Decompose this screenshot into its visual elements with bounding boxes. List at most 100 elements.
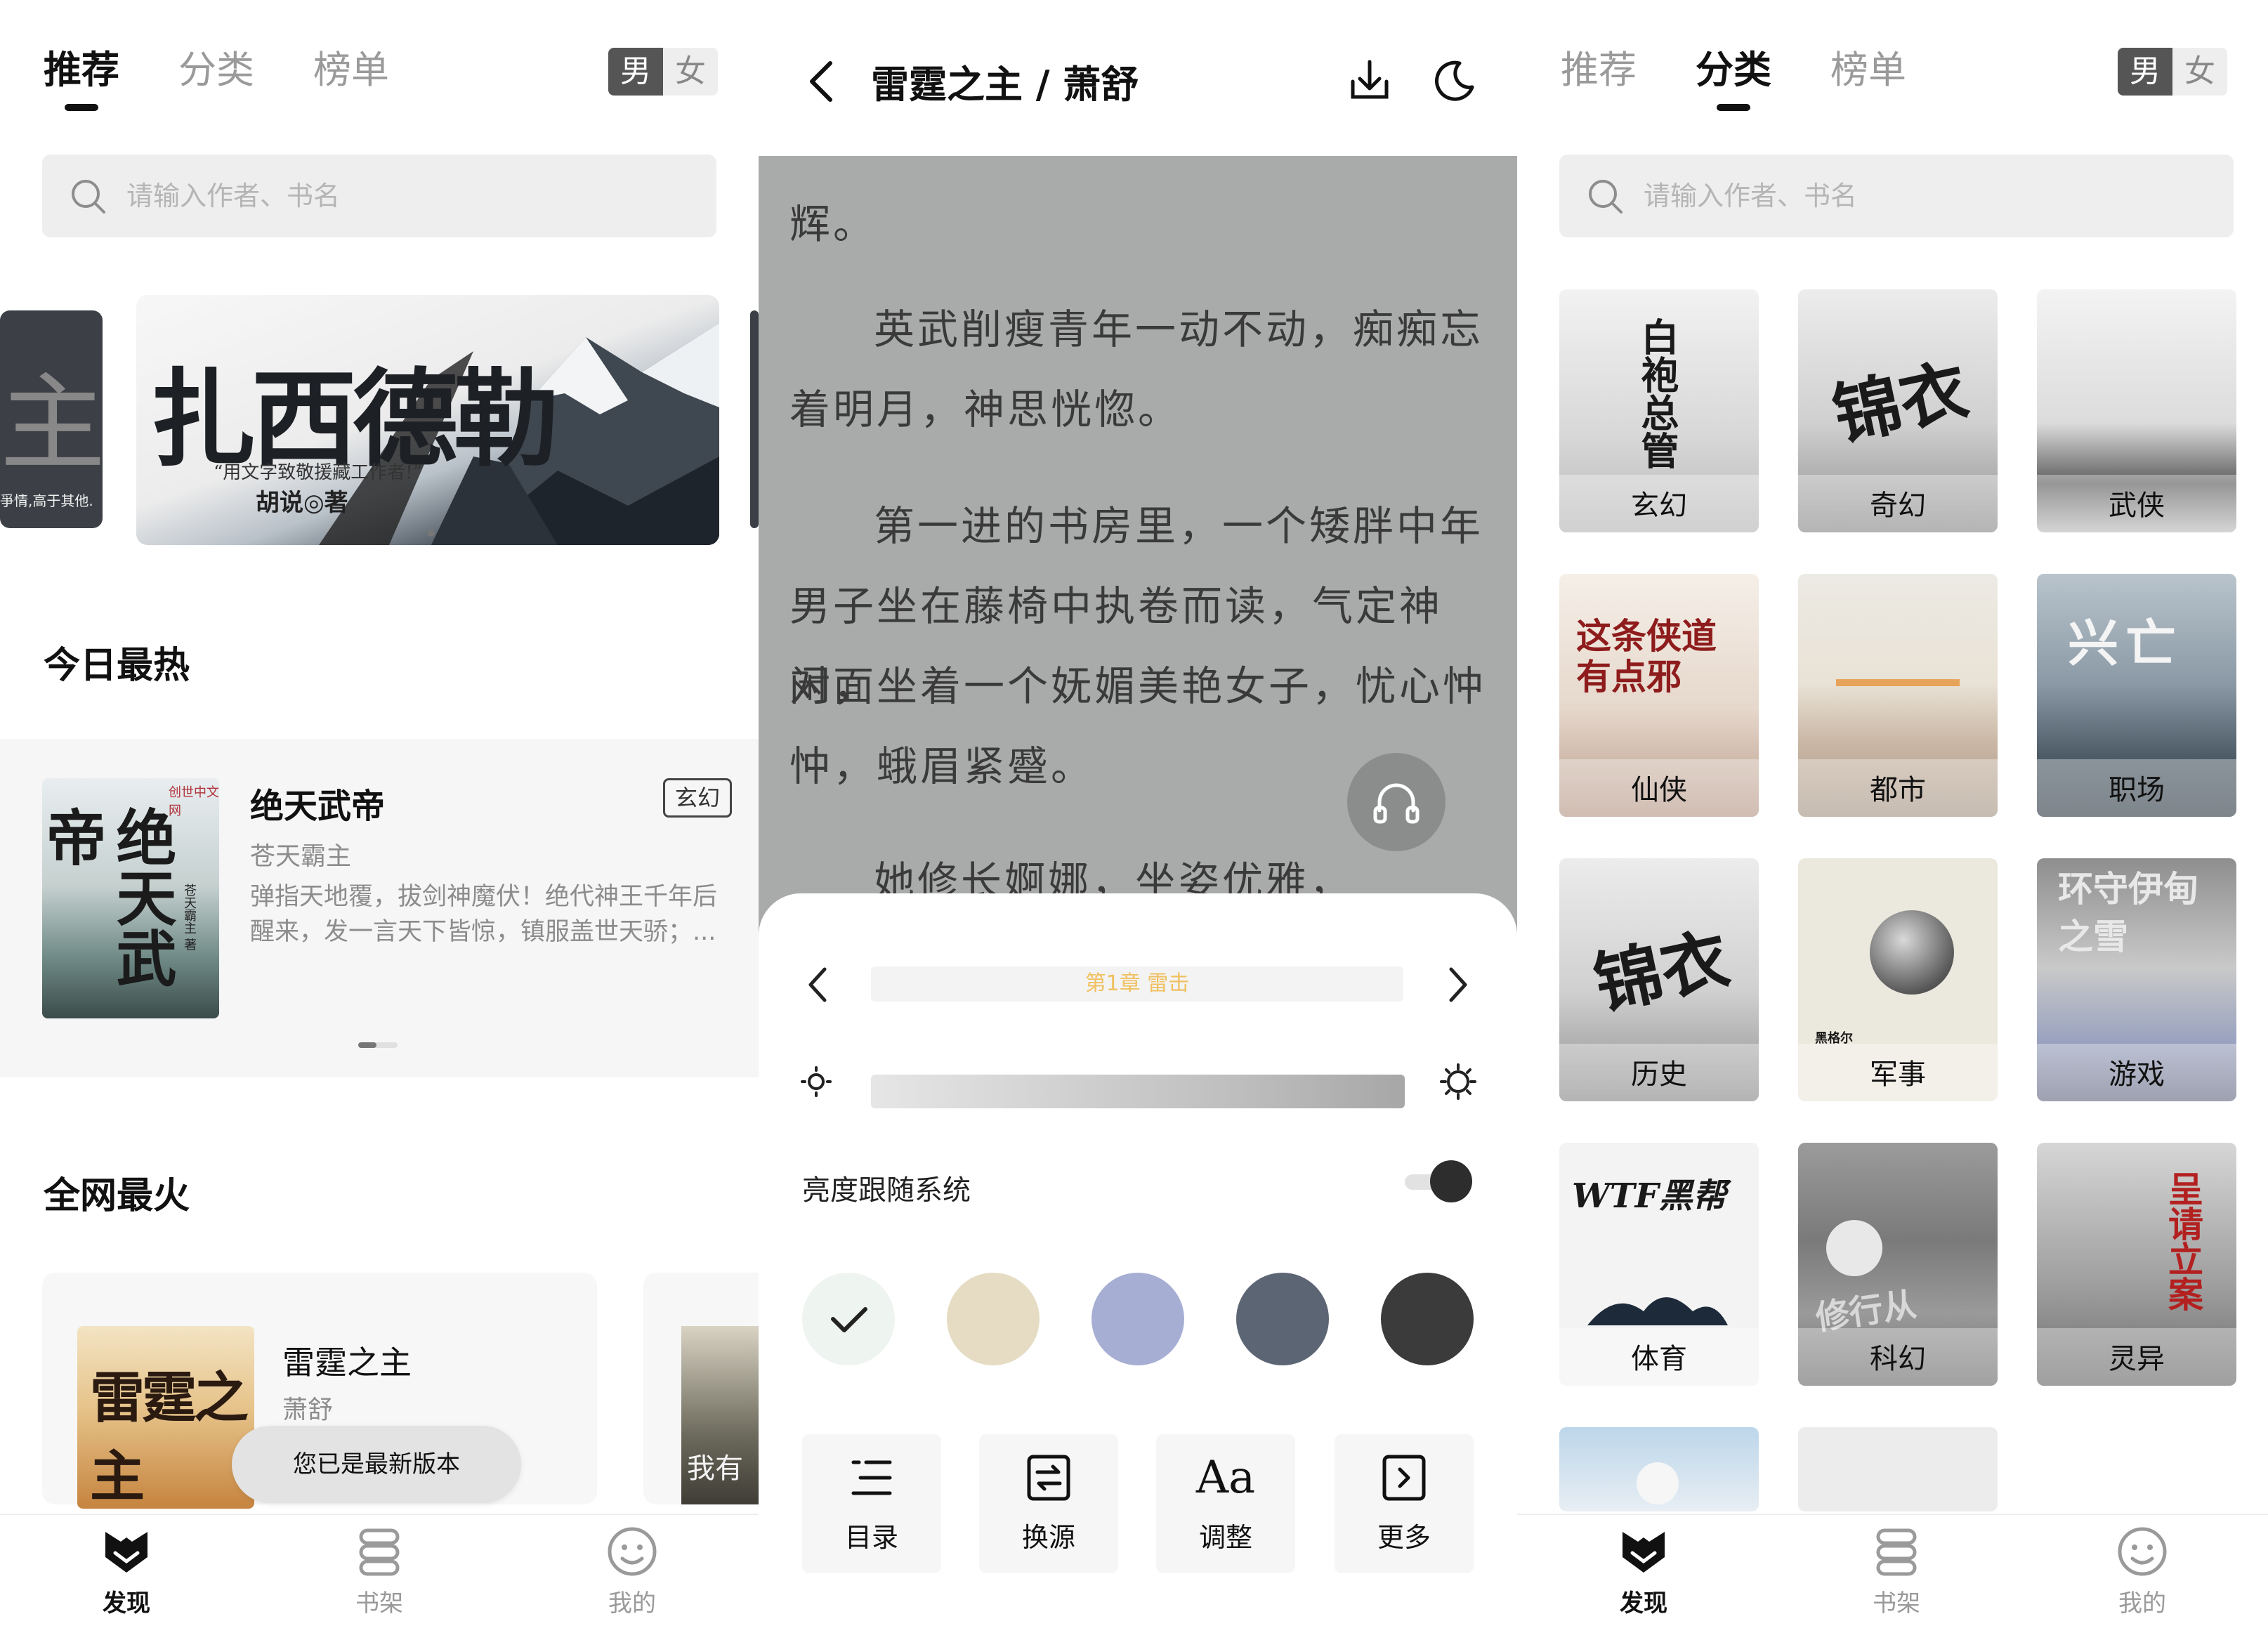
cover-sphere bbox=[1870, 910, 1954, 995]
next-chapter-icon[interactable] bbox=[1446, 966, 1471, 1003]
brightness-follow-toggle[interactable] bbox=[1405, 1160, 1472, 1202]
category-tile-youxi[interactable]: 环守伊甸之雪 游戏 bbox=[2037, 858, 2236, 1101]
cover-moon bbox=[1826, 1220, 1882, 1276]
theme-swatch-5[interactable] bbox=[1381, 1273, 1474, 1365]
category-label: 奇幻 bbox=[1798, 475, 1998, 532]
gender-male-option[interactable]: 男 bbox=[2118, 48, 2172, 96]
category-tile-partial-2[interactable] bbox=[1798, 1427, 1998, 1511]
reading-content[interactable]: 辉。 英武削瘦青年一动不动，痴痴忘 着明月，神思恍惚。 第一进的书房里，一个矮胖… bbox=[759, 156, 1517, 957]
top-tabs: 推荐 分类 榜单 bbox=[1561, 42, 1906, 111]
bookshelf-icon bbox=[359, 1528, 400, 1576]
nav-profile[interactable]: 我的 bbox=[2072, 1525, 2213, 1618]
today-hot-book-card[interactable]: 创世中文网 绝天武帝 苍天霸主 著 绝天武帝 苍天霸主 弹指天地覆，拔剑神魔伏！… bbox=[0, 739, 759, 1077]
bottom-nav: 发现 书架 我的 bbox=[1517, 1514, 2268, 1640]
category-tile-lishi[interactable]: 锦衣 历史 bbox=[1559, 858, 1759, 1101]
toc-button[interactable]: 目录 bbox=[802, 1434, 941, 1573]
theme-swatch-2[interactable] bbox=[947, 1273, 1040, 1365]
nav-bookshelf[interactable]: 书架 bbox=[1826, 1525, 1967, 1618]
search-input[interactable]: 请输入作者、书名 bbox=[42, 155, 716, 237]
banner-author: 胡说◎著 bbox=[256, 489, 348, 517]
search-icon bbox=[72, 180, 105, 214]
discover-icon bbox=[1623, 1532, 1665, 1573]
brightness-low-icon bbox=[801, 1066, 832, 1097]
tab-ranking[interactable]: 榜单 bbox=[1830, 42, 1906, 98]
category-tile-xianxia[interactable]: 这条侠道有点邪 仙侠 bbox=[1559, 574, 1759, 817]
net-fire-book-card-next[interactable]: 我有 bbox=[643, 1273, 759, 1504]
category-cover-text: 白袍总管 bbox=[1634, 317, 1679, 469]
tab-category[interactable]: 分类 bbox=[1696, 42, 1771, 111]
nav-bookshelf[interactable]: 书架 bbox=[309, 1525, 450, 1618]
category-cover-text: 锦衣 bbox=[1587, 919, 1736, 1025]
search-icon bbox=[1589, 180, 1623, 214]
search-input[interactable]: 请输入作者、书名 bbox=[1559, 155, 2234, 237]
category-tile-xuanhuan[interactable]: 白袍总管 玄幻 bbox=[1559, 289, 1759, 532]
genre-badge: 玄幻 bbox=[662, 778, 732, 818]
tab-category[interactable]: 分类 bbox=[178, 42, 254, 98]
toc-icon bbox=[851, 1460, 892, 1495]
cover-author: 苍天霸主 著 bbox=[182, 884, 197, 951]
reader-title: 雷霆之主 / 萧舒 bbox=[871, 63, 1139, 107]
gender-switch[interactable]: 男 女 bbox=[608, 48, 718, 96]
book-cover[interactable]: 创世中文网 绝天武帝 苍天霸主 著 bbox=[42, 778, 219, 1018]
category-label: 军事 bbox=[1798, 1044, 1998, 1101]
category-tile-partial-1[interactable] bbox=[1559, 1427, 1759, 1511]
discover-icon bbox=[105, 1532, 148, 1573]
category-tile-lingyi[interactable]: 呈请立案 灵异 bbox=[2037, 1143, 2236, 1386]
book-author: 萧舒 bbox=[282, 1396, 334, 1424]
brightness-slider[interactable] bbox=[871, 1075, 1405, 1108]
nav-discover[interactable]: 发现 bbox=[56, 1525, 197, 1618]
theme-swatch-4[interactable] bbox=[1236, 1273, 1329, 1365]
category-tile-wuxia[interactable]: 武侠 bbox=[2037, 289, 2236, 532]
book-cover[interactable]: 雷霆之主 bbox=[77, 1326, 254, 1509]
nav-profile[interactable]: 我的 bbox=[562, 1525, 702, 1618]
switch-source-button[interactable]: 换源 bbox=[979, 1434, 1118, 1573]
category-label: 职场 bbox=[2037, 759, 2236, 817]
section-net-fire-title: 全网最火 bbox=[44, 1175, 190, 1217]
adjust-button[interactable]: Aa 调整 bbox=[1156, 1434, 1295, 1573]
gender-switch[interactable]: 男 女 bbox=[2118, 48, 2227, 96]
more-icon bbox=[1382, 1455, 1426, 1501]
listen-button[interactable] bbox=[1347, 753, 1446, 851]
gender-female-option[interactable]: 女 bbox=[663, 48, 718, 96]
night-mode-icon[interactable] bbox=[1431, 58, 1476, 103]
category-tile-kehuan[interactable]: 修行从 科幻 bbox=[1798, 1143, 1998, 1386]
category-screen: 推荐 分类 榜单 男 女 请输入作者、书名 白袍总管 玄幻 锦衣 奇幻 武侠 这… bbox=[1517, 0, 2268, 1640]
banner-prev-text: 爭情,高于其他. bbox=[0, 492, 93, 509]
discover-screen: 推荐 分类 榜单 男 女 请输入作者、书名 主 爭情,高于其他. 扎西德勒 “用… bbox=[0, 0, 759, 1640]
more-button[interactable]: 更多 bbox=[1335, 1434, 1474, 1573]
category-tile-junshi[interactable]: 黑格尔 军事 bbox=[1798, 858, 1998, 1101]
category-tile-zhichang[interactable]: 兴亡 职场 bbox=[2037, 574, 2236, 817]
category-tile-tiyu[interactable]: WTF黑帮 体育 bbox=[1559, 1143, 1759, 1386]
category-label: 体育 bbox=[1559, 1328, 1759, 1386]
tab-indicator bbox=[1717, 104, 1750, 111]
update-toast: 您已是最新版本 bbox=[232, 1426, 521, 1503]
gender-male-option[interactable]: 男 bbox=[608, 48, 663, 96]
theme-swatch-3[interactable] bbox=[1092, 1273, 1184, 1365]
category-label: 灵异 bbox=[2037, 1328, 2236, 1386]
cover-title: 雷霆之主 bbox=[90, 1366, 249, 1509]
back-icon[interactable] bbox=[805, 59, 837, 104]
tab-ranking[interactable]: 榜单 bbox=[313, 42, 389, 98]
section-today-hot-title: 今日最热 bbox=[44, 645, 190, 687]
category-tile-dushi[interactable]: 都市 bbox=[1798, 574, 1998, 817]
category-tile-qihuan[interactable]: 锦衣 奇幻 bbox=[1798, 289, 1998, 532]
category-label: 武侠 bbox=[2037, 475, 2236, 532]
book-title: 雷霆之主 bbox=[282, 1344, 412, 1382]
download-icon[interactable] bbox=[1347, 58, 1392, 103]
tab-recommend[interactable]: 推荐 bbox=[1561, 42, 1637, 98]
banner-prev-slide[interactable]: 主 爭情,高于其他. bbox=[0, 310, 103, 528]
tab-recommend[interactable]: 推荐 bbox=[44, 42, 119, 111]
banner-next-slide[interactable] bbox=[750, 310, 759, 528]
profile-icon bbox=[608, 1527, 657, 1576]
prev-chapter-icon[interactable] bbox=[805, 966, 830, 1003]
book-cover[interactable]: 我有 bbox=[681, 1326, 759, 1504]
banner-carousel[interactable]: 扎西德勒 “用文字致敬援藏工作者!” 胡说◎著 bbox=[136, 295, 719, 545]
theme-swatch-1[interactable] bbox=[802, 1273, 895, 1365]
text-line: 着明月，神思恍惚。 bbox=[789, 386, 1182, 433]
chapter-progress-slider[interactable]: 第1章 雷击 bbox=[871, 966, 1403, 1002]
gender-female-option[interactable]: 女 bbox=[2172, 48, 2227, 96]
nav-discover[interactable]: 发现 bbox=[1573, 1525, 1714, 1618]
brightness-follow-label: 亮度跟随系统 bbox=[802, 1174, 971, 1207]
cover-title: 我有 bbox=[687, 1452, 743, 1485]
reader-screen: 雷霆之主 / 萧舒 辉。 英武削瘦青年一动不动，痴痴忘 着明月，神思恍惚。 第一… bbox=[759, 0, 1517, 1640]
